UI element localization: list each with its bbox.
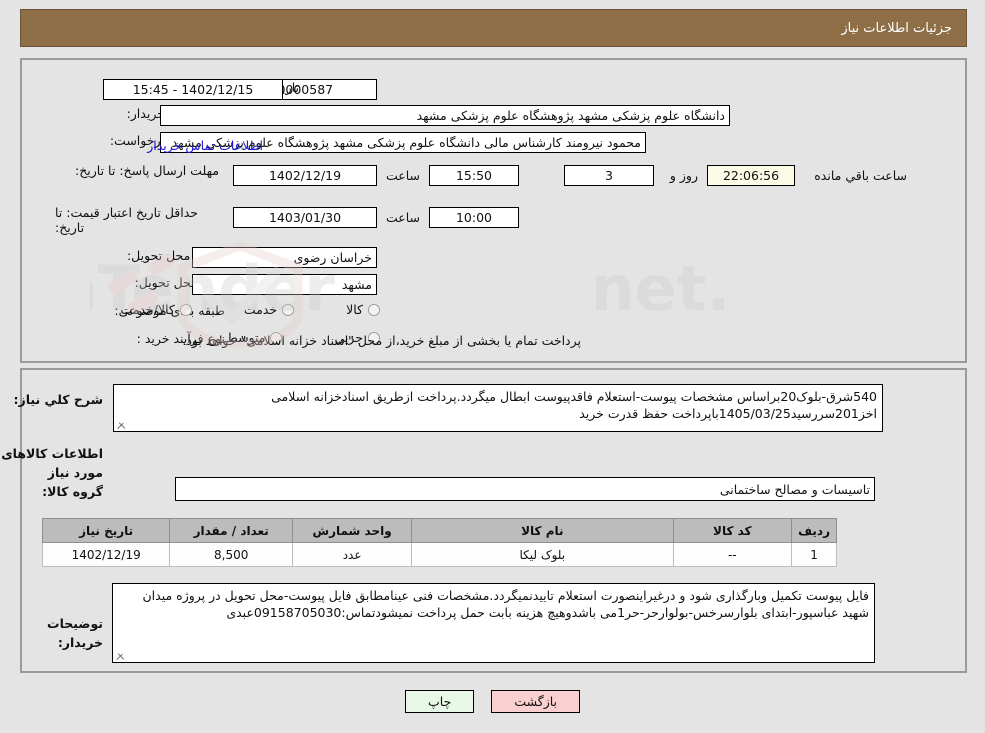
- goods-group-field[interactable]: تاسیسات و مصالح ساختمانی: [175, 477, 875, 501]
- buyer-notes-value: فایل پیوست تکمیل وبارگذاری شود و درغیرای…: [142, 588, 869, 620]
- table-header-row: ردیف کد کالا نام کالا واحد شمارش تعداد /…: [41, 518, 837, 543]
- countdown-value: 22:06:56: [722, 168, 780, 183]
- cell-code: --: [672, 542, 793, 567]
- classification-option-kala[interactable]: کالا: [346, 302, 380, 317]
- action-button-bar: بازگشت چاپ: [0, 690, 985, 713]
- goods-group-label: گروه کالا:: [42, 484, 103, 499]
- back-button[interactable]: بازگشت: [491, 690, 581, 713]
- table-row[interactable]: 1 -- بلوک لیکا عدد 8,500 1402/12/19: [41, 542, 837, 567]
- buyer-org-field[interactable]: دانشگاه علوم پزشکی مشهد پژوهشگاه علوم پز…: [160, 105, 730, 126]
- remaining-days-label: روز و: [669, 168, 698, 183]
- classification-radio-group[interactable]: کالا خدمت کالا/خدمت: [120, 302, 380, 317]
- remaining-days-value: 3: [605, 168, 613, 183]
- th-quantity: تعداد / مقدار: [169, 518, 294, 543]
- goods-group-label-row: گروه کالا:: [42, 481, 103, 500]
- description-label: شرح کلي نیاز:: [13, 392, 103, 407]
- classification-option-label-1: خدمت: [243, 302, 278, 317]
- response-deadline-date-field[interactable]: 1402/12/19: [233, 165, 377, 186]
- price-validity-date-field[interactable]: 1403/01/30: [233, 207, 377, 228]
- countdown-field: 22:06:56: [707, 165, 795, 186]
- city-field[interactable]: مشهد: [192, 274, 377, 295]
- purchase-process-note: پرداخت تمام یا بخشی از مبلغ خرید،از محل …: [182, 333, 581, 348]
- response-deadline-time-label: ساعت: [385, 168, 420, 183]
- buyer-notes-label: توضیحات خریدار:: [47, 616, 103, 650]
- description-textarea[interactable]: 540شرق-بلوک20براساس مشخصات پیوست-استعلام…: [113, 384, 883, 432]
- buyer-contact-link[interactable]: اطلاعات تماس خریدار: [147, 138, 263, 153]
- price-validity-label-row: حداقل تاریخ اعتبار قیمت: تا تاریخ:: [55, 205, 225, 235]
- price-validity-time-field[interactable]: 10:00: [429, 207, 519, 228]
- radio-icon[interactable]: [179, 303, 192, 316]
- classification-option-khedmat[interactable]: خدمت: [243, 302, 295, 317]
- buyer-org-value: دانشگاه علوم پزشکی مشهد پژوهشگاه علوم پز…: [416, 108, 725, 123]
- th-index: ردیف: [791, 518, 837, 543]
- th-unit: واحد شمارش: [292, 518, 413, 543]
- description-value: 540شرق-بلوک20براساس مشخصات پیوست-استعلام…: [271, 389, 877, 421]
- countdown-label: ساعت باقي مانده: [814, 168, 907, 183]
- response-deadline-date: 1402/12/19: [268, 168, 342, 183]
- response-deadline-label-row: مهلت ارسال پاسخ: تا تاریخ:: [75, 163, 225, 178]
- response-deadline-time-field[interactable]: 15:50: [429, 165, 519, 186]
- buyer-notes-textarea[interactable]: فایل پیوست تکمیل وبارگذاری شود و درغیرای…: [112, 583, 875, 663]
- public-announce-field[interactable]: 1402/12/15 - 15:45: [103, 79, 283, 100]
- buyer-contact-link-wrap[interactable]: اطلاعات تماس خریدار: [147, 135, 263, 154]
- radio-icon[interactable]: [368, 303, 380, 316]
- goods-table: ردیف کد کالا نام کالا واحد شمارش تعداد /…: [41, 518, 837, 567]
- th-date: تاریخ نیاز: [41, 518, 171, 543]
- cell-date: 1402/12/19: [41, 542, 171, 567]
- cell-name: بلوک لیکا: [411, 542, 674, 567]
- goods-section-title: اطلاعات کالاهای مورد نیاز: [1, 446, 103, 480]
- public-announce-value: 1402/12/15 - 15:45: [132, 82, 254, 97]
- cell-quantity: 8,500: [169, 542, 294, 567]
- resize-grip-icon[interactable]: [115, 651, 125, 661]
- classification-option-label-2: کالا/خدمت: [120, 302, 175, 317]
- radio-icon[interactable]: [282, 303, 295, 316]
- goods-group-value: تاسیسات و مصالح ساختمانی: [719, 481, 870, 497]
- th-code: کد کالا: [672, 518, 793, 543]
- description-label-row: شرح کلي نیاز:: [14, 392, 103, 407]
- response-deadline-label: مهلت ارسال پاسخ: تا تاریخ:: [75, 163, 220, 178]
- th-name: نام کالا: [411, 518, 674, 543]
- cell-index: 1: [791, 542, 837, 567]
- province-value: خراسان رضوی: [293, 250, 372, 265]
- price-validity-time-label: ساعت: [385, 210, 420, 225]
- cell-unit: عدد: [292, 542, 413, 567]
- page-title: جزئیات اطلاعات نیاز: [841, 20, 952, 36]
- print-button[interactable]: چاپ: [405, 690, 475, 713]
- province-field[interactable]: خراسان رضوی: [192, 247, 377, 268]
- resize-grip-icon[interactable]: [116, 420, 126, 430]
- buyer-notes-label-row: توضیحات خریدار:: [0, 613, 103, 651]
- page-header: جزئیات اطلاعات نیاز: [20, 9, 967, 47]
- classification-option-kala-khedmat[interactable]: کالا/خدمت: [120, 302, 192, 317]
- price-validity-time: 10:00: [455, 210, 493, 225]
- response-deadline-time: 15:50: [455, 168, 493, 183]
- classification-option-label-0: کالا: [346, 302, 363, 317]
- price-validity-date: 1403/01/30: [268, 210, 342, 225]
- price-validity-label: حداقل تاریخ اعتبار قیمت: تا تاریخ:: [55, 205, 199, 235]
- city-value: مشهد: [341, 277, 372, 292]
- remaining-days-field: 3: [564, 165, 654, 186]
- goods-section-title-row: اطلاعات کالاهای مورد نیاز: [0, 443, 103, 481]
